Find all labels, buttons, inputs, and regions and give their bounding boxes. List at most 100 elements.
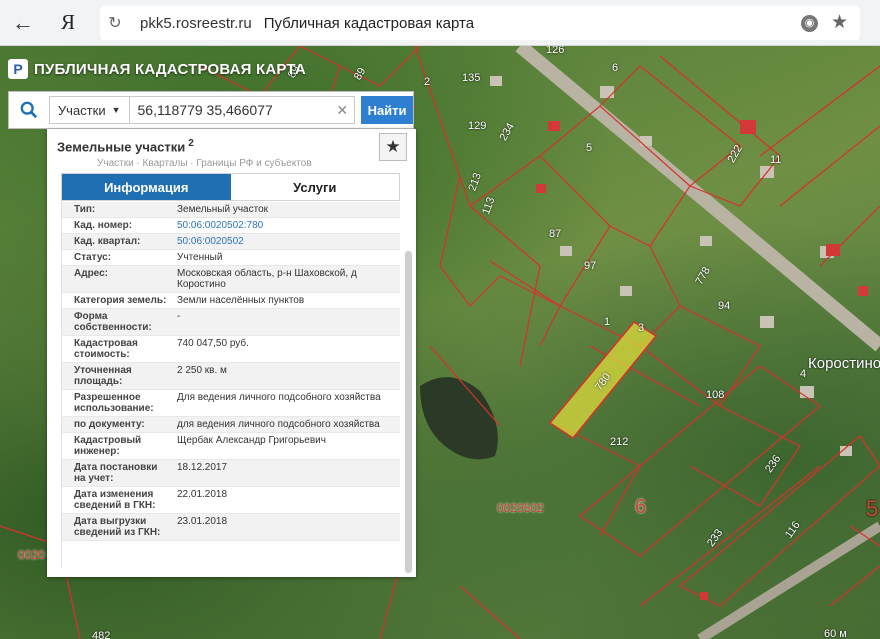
panel-title-text: Земельные участки (57, 139, 186, 155)
edge-number-label: 5 (866, 496, 879, 521)
bookmark-star-icon[interactable]: ★ (831, 11, 848, 34)
parcel-info-panel: Земельные участки 2 ★ Участки · Кварталы … (47, 129, 416, 577)
info-row-label: Форма собственности: (74, 311, 152, 333)
road (515, 46, 880, 352)
info-row-value: Для ведения личного подсобного хозяйства (177, 392, 381, 403)
info-row: Дата постановки на учет: 18.12.2017 (62, 460, 400, 487)
info-row: Кад. номер: 50:06:0020502:780 (62, 218, 400, 234)
tab-information[interactable]: Информация (62, 174, 231, 200)
info-row: Кадастровая стоимость: 740 047,50 руб. (62, 336, 400, 363)
info-row-value: 2 250 кв. м (177, 365, 227, 376)
info-row-label: Дата выгрузки сведений из ГКН: (74, 516, 161, 538)
quarter-label-left: 0020 (18, 548, 45, 562)
search-bar: Участки ▼ 56,118779 35,466077 ✕ Найти (8, 91, 414, 129)
block-number-label: 6 (635, 496, 647, 518)
parcel-label: 97 (584, 260, 597, 272)
info-row-value: Земельный участок (177, 204, 269, 215)
parcel-label: 11 (770, 154, 782, 166)
favorite-star-button[interactable]: ★ (379, 133, 407, 161)
search-type-select[interactable]: Участки ▼ (48, 96, 130, 124)
parcel-label: 1 (604, 316, 611, 328)
app-title: ПУБЛИЧНАЯ КАДАСТРОВАЯ КАРТА (34, 60, 306, 78)
search-type-label: Участки (57, 102, 106, 118)
info-row: Дата изменения сведений в ГКН: 22.01.2018 (62, 487, 400, 514)
info-row-label: Кадастровый инженер: (74, 435, 142, 457)
parcel-label: 3 (638, 322, 645, 334)
info-row-label: Кад. номер: (74, 220, 133, 231)
info-row-value: Московская область, р-н Шаховской, д Кор… (177, 268, 357, 290)
yandex-logo[interactable]: Я (46, 10, 90, 35)
info-row-label: Категория земель: (74, 295, 167, 306)
info-table: Тип: Земельный участок Кад. номер: 50:06:00… (61, 202, 400, 568)
parcel-label: 212 (610, 436, 629, 448)
parcel-label: 4 (800, 368, 807, 380)
parcel-label: 126 (546, 46, 565, 56)
info-row-value: 18.12.2017 (177, 462, 228, 473)
address-bar[interactable]: ↻ pkk5.rosreestr.ru Публичная кадастрова… (100, 6, 860, 40)
info-row-label: по документу: (74, 419, 145, 430)
info-row-label: Уточненная площадь: (74, 365, 132, 387)
panel-header: Земельные участки 2 ★ Участки · Кварталы … (47, 129, 416, 168)
info-row-value: Земли населённых пунктов (177, 295, 305, 306)
result-count: 2 (188, 138, 194, 149)
info-row-label: Дата изменения сведений в ГКН: (74, 489, 156, 511)
info-row: Уточненная площадь: 2 250 кв. м (62, 363, 400, 390)
rosreestr-logo[interactable]: Р (8, 59, 28, 79)
info-row: по документу: для ведения личного подсобн… (62, 417, 400, 433)
info-row: Кад. квартал: 50:06:0020502 (62, 234, 400, 250)
info-row: Форма собственности: - (62, 309, 400, 336)
info-row-label: Адрес: (74, 268, 108, 279)
info-row-label: Кад. квартал: (74, 236, 141, 247)
panel-title: Земельные участки 2 (57, 138, 194, 154)
village-label: Коростино (808, 355, 880, 372)
info-row-value: для ведения личного подсобного хозяйства (177, 419, 380, 430)
parcel-label: 6 (612, 62, 619, 74)
road-south (697, 521, 880, 639)
search-query: 56,118779 35,466077 (137, 102, 273, 118)
reload-icon[interactable]: ↻ (100, 13, 130, 33)
quarter-label: 0020502 (497, 501, 544, 515)
info-row-value: 740 047,50 руб. (177, 338, 249, 349)
parcel-label: 482 (92, 630, 111, 639)
panel-tabs: Информация Услуги (61, 173, 400, 201)
parcel-label: 129 (468, 120, 487, 132)
info-row-value: Учтенный (177, 252, 223, 263)
find-button[interactable]: Найти (361, 96, 413, 124)
parcel-label: 108 (706, 389, 725, 401)
pond (420, 377, 498, 460)
tab-services[interactable]: Услуги (230, 174, 399, 200)
info-row-value: 22.01.2018 (177, 489, 228, 500)
search-icon[interactable] (9, 92, 49, 128)
parcel-label: 5 (586, 142, 593, 154)
info-row-label: Разрешенное использование: (74, 392, 154, 414)
parcel-label: 135 (462, 72, 481, 84)
parcel-label: 94 (718, 300, 731, 312)
browser-toolbar: ← Я ↻ pkk5.rosreestr.ru Публичная кадаст… (0, 0, 880, 46)
info-row-label: Кадастровая стоимость: (74, 338, 138, 360)
parcel-label: 87 (549, 228, 562, 240)
info-row: Разрешенное использование: Для ведения ли… (62, 390, 400, 417)
scale-label: 60 м (824, 628, 847, 639)
app-header: Р ПУБЛИЧНАЯ КАДАСТРОВАЯ КАРТА (0, 49, 430, 89)
globe-icon[interactable]: ◉ (801, 15, 818, 32)
clear-icon[interactable]: ✕ (336, 102, 348, 119)
url-text[interactable]: pkk5.rosreestr.ru (140, 15, 252, 32)
info-row-label: Дата постановки на учет: (74, 462, 158, 484)
info-row-label: Статус: (74, 252, 112, 263)
browser-page-title: Публичная кадастровая карта (263, 14, 475, 32)
back-arrow-icon[interactable]: ← (0, 0, 46, 46)
info-row-link[interactable]: 50:06:0020502:780 (173, 218, 400, 233)
info-row: Адрес: Московская область, р-н Шаховской,… (62, 266, 400, 293)
houses (490, 76, 852, 456)
info-row-link[interactable]: 50:06:0020502 (173, 234, 400, 249)
info-row-label: Тип: (74, 204, 96, 215)
chevron-down-icon: ▼ (111, 105, 121, 115)
info-row-value: 23.01.2018 (177, 516, 228, 527)
search-input[interactable]: 56,118779 35,466077 ✕ (129, 96, 356, 124)
info-row: Дата выгрузки сведений из ГКН: 23.01.2018 (62, 514, 400, 541)
info-row: Тип: Земельный участок (62, 202, 400, 218)
panel-scrollbar[interactable] (405, 251, 412, 573)
layer-tabs-faded[interactable]: Участки · Кварталы · Границы РФ и субъек… (97, 158, 367, 168)
info-row-value: Щербак Александр Григорьевич (177, 435, 326, 446)
info-row: Статус: Учтенный (62, 250, 400, 266)
